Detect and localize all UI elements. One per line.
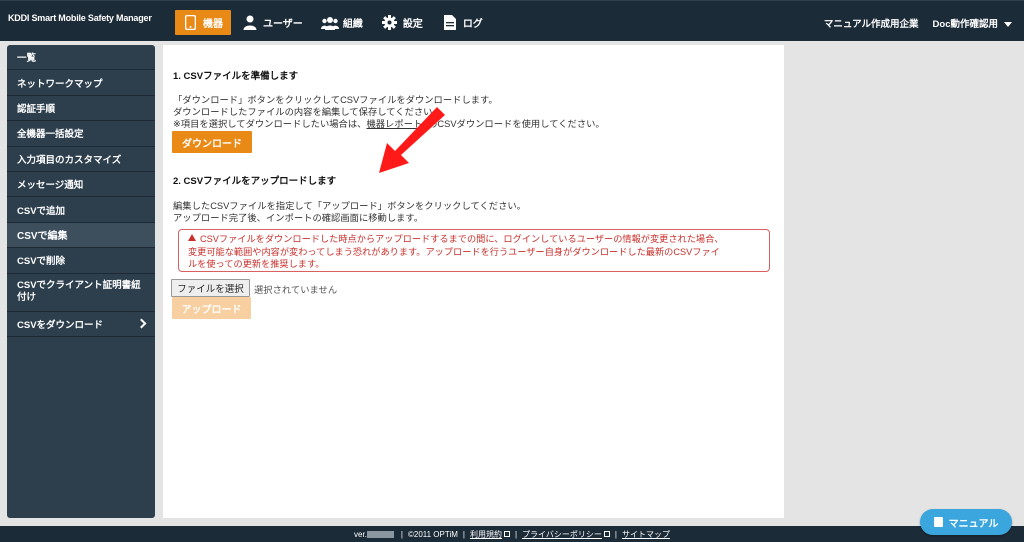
sidebar-item-label: 一覧: [17, 53, 37, 65]
red-arrow-annotation: [379, 107, 445, 173]
nav-users-label: ユーザー: [263, 19, 303, 30]
nav-users[interactable]: ユーザー: [235, 10, 311, 35]
warning-line: CSVファイルをダウンロードした時点からアップロードするまでの間に、ログインして…: [188, 233, 761, 246]
gear-icon: [381, 15, 399, 31]
sidebar-item-label: CSVをダウンロード: [17, 319, 104, 331]
warning-line: ルを使っての更新を推奨します。: [188, 259, 325, 269]
group-icon: [320, 15, 339, 31]
upload-button[interactable]: アップロード: [172, 297, 251, 319]
nav-devices[interactable]: 機器: [175, 10, 231, 35]
download-button[interactable]: ダウンロード: [172, 131, 252, 153]
chevron-right-icon: [136, 318, 147, 329]
sidebar: 一覧 ネットワークマップ 認証手順 全機器一括設定 入力項目のカスタマイズ メッ…: [7, 45, 155, 518]
nav-settings-label: 設定: [402, 19, 423, 30]
sidebar-item-label: CSVで編集: [17, 231, 68, 243]
version-redacted: [366, 530, 394, 538]
instruction-text: のCSVダウンロードを使用してください。: [428, 119, 605, 129]
external-link-icon: [503, 531, 510, 537]
sidebar-item-csv-certificate[interactable]: CSVでクライアント証明書紐付け: [7, 274, 155, 312]
copyright: ©2011 OPTiM: [407, 529, 458, 539]
privacy-link[interactable]: プライバシーポリシー: [522, 529, 602, 540]
account-area: マニュアル作成用企業 Doc動作確認用: [810, 16, 1012, 30]
sidebar-item-label: CSVでクライアント証明書紐付け: [17, 280, 141, 304]
section1-title: 1. CSVファイルを準備します: [173, 71, 299, 82]
document-icon: [441, 15, 459, 31]
nav-logs-label: ログ: [462, 19, 483, 30]
sidebar-item-csv-add[interactable]: CSVで追加: [7, 197, 155, 223]
footer-separator: |: [400, 529, 403, 539]
terms-link[interactable]: 利用規約: [470, 529, 502, 540]
instruction-text: ※項目を選択してダウンロードしたい場合は、: [173, 119, 367, 129]
sidebar-item-label: CSVで追加: [17, 205, 66, 217]
file-status: 選択されていません: [254, 285, 338, 295]
main-nav: 機器 ユーザー 組織 設定 ログ: [175, 10, 495, 35]
book-icon: [933, 517, 943, 527]
chevron-down-icon: [1004, 21, 1012, 27]
footer-separator: |: [614, 529, 617, 539]
user-name: Doc動作確認用: [932, 19, 998, 30]
sidebar-item-list[interactable]: 一覧: [7, 45, 155, 71]
sidebar-item-csv-delete[interactable]: CSVで削除: [7, 248, 155, 274]
section2-title: 2. CSVファイルをアップロードします: [173, 176, 337, 187]
sidebar-item-network-map[interactable]: ネットワークマップ: [7, 70, 155, 96]
top-bar: KDDI Smart Mobile Safety Manager 機器 ユーザー…: [0, 0, 1024, 41]
footer-separator: |: [514, 529, 518, 539]
manual-button[interactable]: マニュアル: [920, 509, 1012, 535]
version-label: ver.: [354, 529, 367, 539]
user-icon: [241, 15, 259, 31]
nav-devices-label: 機器: [203, 19, 223, 30]
company-name[interactable]: マニュアル作成用企業: [824, 16, 919, 30]
external-link-icon: [603, 531, 610, 537]
sidebar-item-label: CSVで削除: [17, 256, 66, 268]
sidebar-item-csv-download[interactable]: CSVをダウンロード: [7, 312, 155, 337]
footer: ver. | ©2011 OPTiM | 利用規約 | プライバシーポリシー |…: [0, 526, 1024, 542]
sidebar-item-label: 全機器一括設定: [17, 129, 84, 141]
choose-file-button[interactable]: ファイルを選択: [171, 279, 250, 297]
footer-separator: |: [462, 529, 465, 539]
user-menu[interactable]: Doc動作確認用: [933, 16, 1012, 30]
warning-text: CSVファイルをダウンロードした時点からアップロードするまでの間に、ログインして…: [200, 234, 724, 244]
main-content: 1. CSVファイルを準備します 「ダウンロード」ボタンをクリックしてCSVファ…: [163, 45, 784, 518]
sidebar-item-auth-procedure[interactable]: 認証手順: [7, 96, 155, 122]
manual-button-label: マニュアル: [948, 518, 999, 530]
sidebar-item-bulk-settings[interactable]: 全機器一括設定: [7, 121, 155, 147]
sidebar-item-message-notify[interactable]: メッセージ通知: [7, 172, 155, 198]
section2-instruction-2: アップロード完了後、インポートの確認画面に移動します。: [173, 213, 424, 223]
sitemap-link[interactable]: サイトマップ: [622, 529, 670, 540]
nav-organization[interactable]: 組織: [315, 10, 371, 35]
warning-line: 変更可能な範囲や内容が変わってしまう恐れがあります。アップロードを行うユーザー自…: [188, 246, 720, 257]
sidebar-item-label: メッセージ通知: [17, 180, 84, 192]
nav-logs[interactable]: ログ: [435, 10, 491, 35]
sidebar-item-label: ネットワークマップ: [17, 78, 103, 90]
warning-alert: CSVファイルをダウンロードした時点からアップロードするまでの間に、ログインして…: [178, 229, 770, 272]
sidebar-item-csv-edit[interactable]: CSVで編集: [7, 222, 155, 249]
nav-settings[interactable]: 設定: [375, 10, 431, 35]
brand-title: KDDI Smart Mobile Safety Manager: [8, 13, 152, 23]
sidebar-item-customize-fields[interactable]: 入力項目のカスタマイズ: [7, 147, 155, 172]
warning-icon: [188, 234, 196, 241]
sidebar-item-label: 認証手順: [17, 103, 56, 115]
nav-organization-label: 組織: [342, 19, 363, 30]
phone-icon: [181, 15, 199, 31]
sidebar-item-label: 入力項目のカスタマイズ: [17, 154, 122, 166]
